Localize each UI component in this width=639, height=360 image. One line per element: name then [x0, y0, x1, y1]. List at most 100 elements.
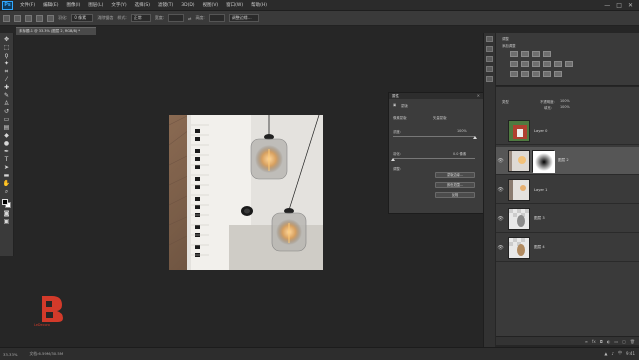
visibility-eye-icon[interactable]: 👁 [496, 216, 505, 222]
character-panel-icon[interactable] [486, 66, 493, 72]
pixel-mask-button[interactable]: 像素蒙版 [393, 115, 407, 120]
menu-type[interactable]: 文字(Y) [107, 2, 130, 8]
link-layers-icon[interactable]: ∞ [585, 339, 588, 344]
foreground-color-swatch[interactable] [1, 199, 8, 205]
path-select-icon[interactable]: ➤ [2, 164, 11, 171]
pen-tool-icon[interactable]: ✒ [2, 148, 11, 155]
intersect-selection-icon[interactable] [47, 14, 54, 22]
properties-panel-icon[interactable] [486, 46, 493, 52]
vibrance-icon[interactable] [510, 61, 518, 67]
eyedropper-icon[interactable]: ⁄ [2, 76, 11, 83]
healing-brush-icon[interactable]: ✚ [2, 84, 11, 91]
layer-mask-thumbnail[interactable] [532, 149, 555, 173]
color-balance-icon[interactable] [532, 61, 540, 67]
menu-help[interactable]: 帮助(H) [247, 2, 271, 8]
maximize-button[interactable]: □ [616, 2, 622, 9]
properties-dialog[interactable]: 属性 ✕ ▣ 蒙版 像素蒙版 矢量蒙版 浓度: 100% 羽化: 0.0 像素 … [388, 92, 484, 214]
visibility-eye-icon[interactable]: 👁 [496, 245, 505, 251]
hand-tool-icon[interactable]: ✋ [2, 180, 11, 187]
shape-tool-icon[interactable]: ▬ [2, 172, 11, 179]
zoom-level[interactable]: 33.33% [3, 352, 17, 357]
gradient-tool-icon[interactable]: ▤ [2, 124, 11, 131]
menu-layer[interactable]: 图层(L) [84, 2, 107, 8]
dialog-header[interactable]: 属性 ✕ [389, 93, 483, 99]
screen-mode-icon[interactable]: ▣ [2, 218, 11, 225]
menu-image[interactable]: 图像(I) [62, 2, 84, 8]
marquee-tool-icon[interactable] [3, 14, 10, 22]
hue-saturation-icon[interactable] [521, 61, 529, 67]
curves-icon[interactable] [532, 51, 540, 57]
eraser-tool-icon[interactable]: ▭ [2, 116, 11, 123]
network-icon[interactable]: ▲ [604, 351, 607, 356]
layer-row[interactable]: 👁 Layer 1 [496, 176, 639, 204]
brush-tool-icon[interactable]: ✎ [2, 92, 11, 99]
menu-file[interactable]: 文件(F) [16, 2, 39, 8]
opacity-value[interactable]: 100% [560, 99, 570, 103]
quick-mask-icon[interactable]: ◙ [2, 210, 11, 217]
trash-icon[interactable]: 🗑 [630, 339, 635, 344]
black-white-icon[interactable] [543, 61, 551, 67]
feather-value[interactable]: 0.0 像素 [453, 151, 466, 156]
lasso-tool-icon[interactable]: ϙ [2, 52, 11, 59]
history-panel-icon[interactable] [486, 36, 493, 42]
layer-row[interactable]: 👁 图层 3 [496, 205, 639, 233]
history-brush-icon[interactable]: ↺ [2, 108, 11, 115]
document-tab[interactable]: 未标题-1 @ 33.3% (图层 2, RGB/8) * [16, 27, 96, 35]
subtract-selection-icon[interactable] [36, 14, 43, 22]
visibility-eye-icon[interactable]: 👁 [496, 187, 505, 193]
new-layer-icon[interactable]: ▢ [622, 339, 626, 344]
photo-filter-icon[interactable] [554, 61, 562, 67]
antialias-checkbox[interactable]: 消除锯齿 [97, 15, 113, 21]
minimize-button[interactable]: — [604, 2, 610, 9]
close-button[interactable]: ✕ [628, 2, 633, 9]
menu-3d[interactable]: 3D(D) [177, 3, 198, 8]
layer-row[interactable]: 👁 图层 4 [496, 234, 639, 262]
height-input[interactable] [208, 14, 225, 22]
swap-icon[interactable]: ⇄ [188, 16, 191, 21]
refine-edge-button[interactable]: 调整边缘... [228, 14, 259, 22]
gradient-map-icon[interactable] [543, 71, 551, 77]
brightness-contrast-icon[interactable] [510, 51, 518, 57]
type-tool-icon[interactable]: T [2, 156, 11, 163]
magic-wand-icon[interactable]: ✦ [2, 60, 11, 67]
zoom-tool-icon[interactable]: ⌕ [2, 188, 11, 195]
fill-value[interactable]: 100% [560, 105, 570, 109]
visibility-eye-icon[interactable]: 👁 [496, 158, 505, 164]
add-selection-icon[interactable] [25, 14, 32, 22]
invert-button[interactable]: 反相 [435, 192, 475, 198]
invert-adjust-icon[interactable] [510, 71, 518, 77]
levels-icon[interactable] [521, 51, 529, 57]
layer-style-icon[interactable]: fx [592, 339, 596, 344]
paragraph-panel-icon[interactable] [486, 76, 493, 82]
menu-view[interactable]: 视图(V) [199, 2, 223, 8]
posterize-icon[interactable] [521, 71, 529, 77]
document-image[interactable] [169, 115, 323, 270]
density-slider-knob[interactable] [473, 136, 477, 139]
crop-tool-icon[interactable]: ⌗ [2, 68, 11, 75]
selective-color-icon[interactable] [554, 71, 562, 77]
dialog-close-icon[interactable]: ✕ [477, 93, 480, 99]
mask-edge-button[interactable]: 蒙版边缘... [435, 172, 475, 178]
layer-kind-filter[interactable]: 类型 [502, 99, 509, 104]
add-mask-icon[interactable]: ◘ [600, 339, 603, 344]
menu-window[interactable]: 窗口(W) [222, 2, 247, 8]
color-range-button[interactable]: 颜色范围... [435, 182, 475, 188]
layer-row-selected[interactable]: 👁 图层 2 [496, 147, 639, 175]
group-icon[interactable]: ▭ [614, 339, 618, 344]
width-input[interactable] [168, 14, 185, 22]
density-slider[interactable] [393, 136, 475, 137]
ime-icon[interactable]: 中 [618, 350, 622, 356]
new-selection-icon[interactable] [14, 14, 21, 22]
volume-icon[interactable]: ♪ [611, 351, 614, 356]
adjustment-layer-icon[interactable]: ◐ [607, 339, 611, 344]
threshold-icon[interactable] [532, 71, 540, 77]
feather-input[interactable]: 0 像素 [71, 14, 94, 22]
clone-stamp-icon[interactable]: ♙ [2, 100, 11, 107]
dodge-tool-icon[interactable]: ● [2, 140, 11, 147]
menu-filter[interactable]: 滤镜(T) [154, 2, 177, 8]
vector-mask-button[interactable]: 矢量蒙版 [433, 115, 447, 120]
color-swatches[interactable] [1, 199, 12, 209]
info-panel-icon[interactable] [486, 56, 493, 62]
feather-slider[interactable] [393, 158, 475, 159]
menu-edit[interactable]: 编辑(E) [39, 2, 62, 8]
